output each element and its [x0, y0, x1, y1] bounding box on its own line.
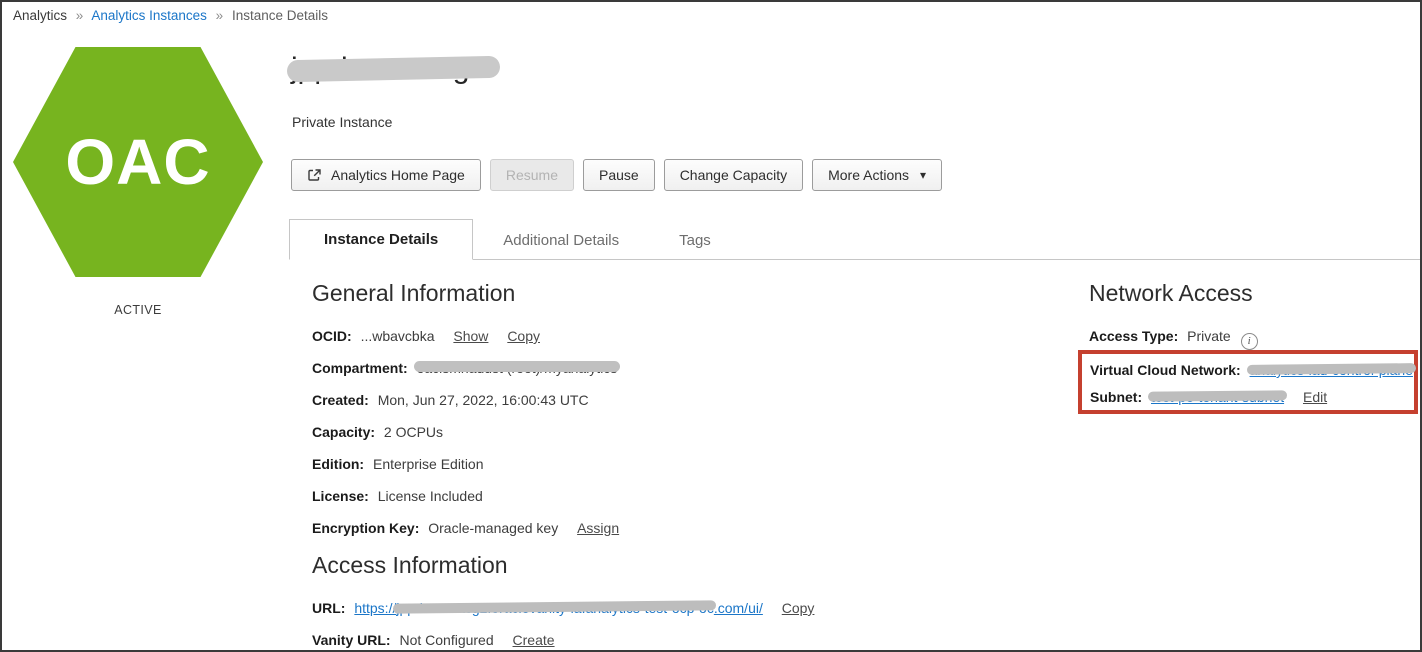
toolbar: Analytics Home Page Resume Pause Change …: [291, 159, 943, 191]
caret-down-icon: ▾: [920, 168, 927, 182]
field-compartment: Compartment: oacismhadust (root)/myanaly…: [312, 360, 1082, 376]
subnet-link-redacted[interactable]: test-pe-tenant-subnet: [1151, 389, 1284, 405]
network-access-heading: Network Access: [1089, 280, 1253, 306]
compartment-value-redacted: oacismhadust (root)/myanalytics: [413, 360, 621, 376]
field-ocid: OCID: ...wbavcbka Show Copy: [312, 328, 1082, 344]
tab-bar: Instance Details Additional Details Tags: [289, 219, 1420, 260]
access-information-heading: Access Information: [312, 552, 508, 578]
breadcrumb-separator: »: [215, 8, 224, 23]
subnet-edit-link[interactable]: Edit: [1303, 389, 1327, 405]
capacity-value: 2 OCPUs: [383, 424, 444, 440]
field-encryption-key: Encryption Key: Oracle-managed key Assig…: [312, 520, 1082, 536]
redaction-box: [397, 106, 530, 135]
tab-tags[interactable]: Tags: [649, 221, 741, 260]
field-created: Created: Mon, Jun 27, 2022, 16:00:43 UTC: [312, 392, 1082, 408]
analytics-home-page-button[interactable]: Analytics Home Page: [291, 159, 481, 191]
vcn-label: Virtual Cloud Network:: [1090, 362, 1241, 378]
breadcrumb-analytics: Analytics: [13, 8, 68, 23]
encryption-key-label: Encryption Key:: [312, 520, 420, 536]
change-capacity-button[interactable]: Change Capacity: [663, 159, 804, 191]
field-url: URL: https://jpprivateoacg2.oraclevanity…: [312, 600, 1082, 616]
created-label: Created:: [312, 392, 369, 408]
field-vanity-url: Vanity URL: Not Configured Create: [312, 632, 1082, 648]
ocid-copy-link[interactable]: Copy: [507, 328, 540, 344]
field-subnet: Subnet: test-pe-tenant-subnet Edit: [1090, 389, 1414, 405]
general-information-heading: General Information: [312, 280, 516, 306]
change-capacity-label: Change Capacity: [679, 167, 788, 183]
instance-type-label: Private Instance: [292, 114, 393, 130]
network-highlight-box: Virtual Cloud Network: analytics-iad-con…: [1078, 350, 1418, 414]
oac-hexagon-icon: OAC: [13, 47, 263, 277]
license-value: License Included: [377, 488, 483, 504]
capacity-label: Capacity:: [312, 424, 376, 440]
more-actions-button[interactable]: More Actions ▾: [812, 159, 943, 191]
breadcrumb-analytics-instances-link[interactable]: Analytics Instances: [91, 8, 207, 23]
field-access-type: Access Type: Private i: [1089, 328, 1419, 350]
ocid-label: OCID:: [312, 328, 352, 344]
breadcrumb-current-page: Instance Details: [231, 8, 328, 23]
edition-value: Enterprise Edition: [373, 456, 484, 472]
resume-label: Resume: [505, 167, 558, 183]
tab-instance-details[interactable]: Instance Details: [289, 219, 474, 260]
url-label: URL:: [312, 600, 346, 616]
more-actions-label: More Actions: [828, 167, 910, 183]
encryption-key-assign-link[interactable]: Assign: [577, 520, 619, 536]
encryption-key-value: Oracle-managed key: [428, 520, 559, 536]
ocid-value: ...wbavcbka: [360, 328, 435, 344]
field-capacity: Capacity: 2 OCPUs: [312, 424, 1082, 440]
analytics-home-page-label: Analytics Home Page: [331, 167, 465, 183]
external-link-icon: [307, 168, 322, 183]
url-copy-link[interactable]: Copy: [782, 600, 815, 616]
access-type-value: Private: [1187, 328, 1231, 344]
instance-url-link[interactable]: https://jpprivateoacg2.oraclevanity-ia.a…: [354, 600, 763, 616]
vanity-url-label: Vanity URL:: [312, 632, 391, 648]
page-title: jpprivateoacg2: [291, 52, 486, 86]
vcn-link-redacted[interactable]: analytics-iad-control-plane: [1250, 362, 1413, 378]
field-license: License: License Included: [312, 488, 1082, 504]
license-label: License:: [312, 488, 369, 504]
ocid-show-link[interactable]: Show: [453, 328, 488, 344]
breadcrumb-separator: »: [75, 8, 84, 23]
pause-label: Pause: [598, 167, 639, 183]
subnet-label: Subnet:: [1090, 389, 1143, 405]
window: Analytics » Analytics Instances » Instan…: [0, 0, 1422, 652]
url-redacted-middle: jpprivateoacg2.oraclevanity-ia.analytics…: [396, 600, 714, 616]
breadcrumb: Analytics » Analytics Instances » Instan…: [13, 8, 328, 23]
info-icon[interactable]: i: [1240, 332, 1258, 350]
compartment-label: Compartment:: [312, 360, 408, 376]
resume-button[interactable]: Resume: [489, 159, 574, 191]
instance-badge: OAC ACTIVE: [13, 47, 263, 317]
instance-name-redacted: jpprivateoacg2: [291, 52, 487, 85]
url-prefix: https://: [354, 600, 397, 616]
pause-button[interactable]: Pause: [582, 159, 655, 191]
created-value: Mon, Jun 27, 2022, 16:00:43 UTC: [377, 392, 589, 408]
tab-additional-details[interactable]: Additional Details: [473, 221, 649, 260]
vanity-url-create-link[interactable]: Create: [513, 632, 555, 648]
field-edition: Edition: Enterprise Edition: [312, 456, 1082, 472]
vanity-url-value: Not Configured: [399, 632, 494, 648]
oac-badge-label: OAC: [65, 126, 211, 198]
access-type-label: Access Type:: [1089, 328, 1179, 344]
edition-label: Edition:: [312, 456, 365, 472]
url-suffix: .com/ui/: [713, 600, 763, 616]
instance-details-panel: General Information OCID: ...wbavcbka Sh…: [312, 280, 1082, 650]
status-badge: ACTIVE: [114, 303, 162, 317]
field-virtual-cloud-network: Virtual Cloud Network: analytics-iad-con…: [1090, 362, 1414, 378]
